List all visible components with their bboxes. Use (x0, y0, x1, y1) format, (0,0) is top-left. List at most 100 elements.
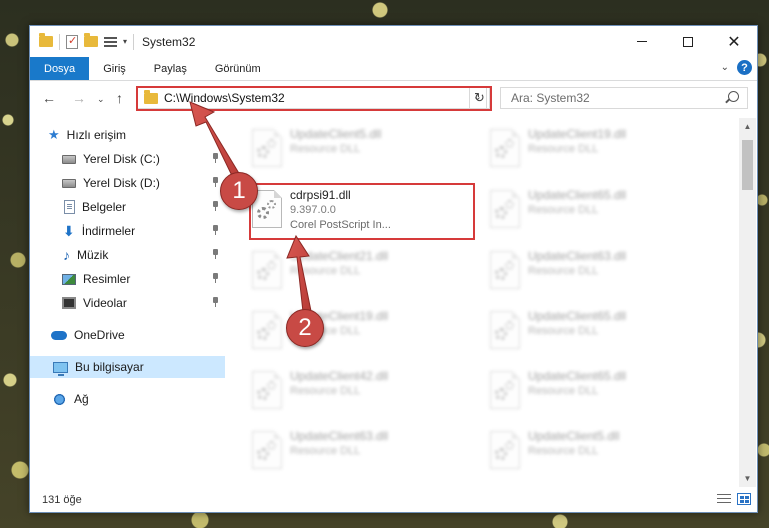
sidebar-item-label: Yerel Disk (D:) (83, 176, 160, 190)
file-type: Resource DLL (528, 385, 599, 397)
file-item-cdrpsi91[interactable]: cdrpsi91.dll 9.397.0.0 Corel PostScript … (230, 184, 450, 234)
pin-icon[interactable] (212, 201, 219, 211)
minimize-button[interactable] (619, 26, 665, 57)
sidebar-item-label: İndirmeler (81, 224, 136, 238)
file-item[interactable]: UpdateClient65.dll Resource DLL (468, 305, 688, 355)
sidebar-item-videos[interactable]: Videolar (30, 292, 225, 314)
folder-icon (144, 89, 158, 104)
maximize-icon (683, 36, 693, 47)
tab-view[interactable]: Görünüm (201, 57, 275, 80)
file-type: Resource DLL (290, 265, 361, 277)
file-name: UpdateClient21.dll (290, 249, 389, 263)
pin-icon[interactable] (212, 153, 219, 163)
cloud-icon (51, 330, 67, 340)
sidebar-item-documents[interactable]: Belgeler (30, 196, 225, 218)
maximize-button[interactable] (665, 26, 711, 57)
file-item[interactable]: UpdateClient21.dll Resource DLL (230, 245, 450, 295)
sidebar-item-onedrive[interactable]: OneDrive (30, 324, 225, 346)
file-list: UpdateClient5.dll Resource DLL cdrpsi91.… (230, 117, 740, 487)
scroll-down-arrow-icon[interactable]: ▼ (739, 470, 756, 487)
pin-icon[interactable] (212, 297, 219, 307)
sidebar-item-label: Yerel Disk (C:) (83, 152, 160, 166)
file-name: UpdateClient5.dll (290, 127, 382, 141)
file-type: Resource DLL (528, 204, 599, 216)
file-item[interactable]: UpdateClient42.dll Resource DLL (230, 365, 450, 415)
download-icon: ⬇ (63, 222, 75, 239)
sidebar-item-label: Hızlı erişim (66, 128, 126, 142)
sidebar-item-this-pc[interactable]: Bu bilgisayar (30, 356, 225, 378)
explorer-window: ▾ System32 ✕ Dosya Giriş Paylaş Görünüm … (29, 25, 758, 513)
dll-file-icon (252, 431, 282, 469)
sidebar-item-local-disk-d[interactable]: Yerel Disk (D:) (30, 172, 225, 194)
file-type: Resource DLL (528, 325, 599, 337)
scrollbar-thumb[interactable] (742, 140, 753, 190)
pin-icon[interactable] (212, 249, 219, 259)
back-arrow-icon[interactable]: ← (42, 90, 56, 106)
file-type: Resource DLL (290, 445, 361, 457)
file-name: UpdateClient5.dll (528, 429, 620, 443)
status-bar: 131 öğe (30, 488, 757, 512)
navigation-bar: ← → ⌄ ↑ C:\Windows\System32 ⌄ ↻ (30, 86, 757, 112)
ribbon-right-controls: ⌄ ? (721, 60, 752, 75)
file-item[interactable]: UpdateClient63.dll Resource DLL (230, 425, 450, 475)
file-item[interactable]: UpdateClient19.dll Resource DLL (230, 305, 450, 355)
toolbar-divider (133, 33, 135, 50)
sidebar-item-quick-access[interactable]: ★ Hızlı erişim (30, 124, 225, 146)
file-item[interactable]: UpdateClient19.dll Resource DLL (468, 123, 688, 173)
file-type: Resource DLL (290, 143, 361, 155)
file-name: UpdateClient63.dll (290, 429, 389, 443)
file-name: UpdateClient42.dll (290, 369, 389, 383)
file-item[interactable]: UpdateClient63.dll Resource DLL (468, 245, 688, 295)
details-view-icon[interactable] (717, 493, 731, 505)
view-list-icon[interactable] (104, 35, 117, 48)
sidebar-item-local-disk-c[interactable]: Yerel Disk (C:) (30, 148, 225, 170)
sidebar-item-pictures[interactable]: Resimler (30, 268, 225, 290)
scroll-up-arrow-icon[interactable]: ▲ (739, 118, 756, 135)
tab-share[interactable]: Paylaş (140, 57, 201, 80)
pin-icon[interactable] (212, 177, 219, 187)
tab-home[interactable]: Giriş (89, 57, 140, 80)
pin-icon[interactable] (212, 225, 219, 235)
file-description: Corel PostScript In... (290, 219, 391, 231)
large-icons-view-icon[interactable] (737, 493, 751, 505)
view-switcher (717, 493, 751, 505)
properties-icon[interactable] (66, 34, 78, 49)
file-version: 9.397.0.0 (290, 204, 336, 216)
sidebar-item-downloads[interactable]: ⬇ İndirmeler (30, 220, 225, 242)
help-icon[interactable]: ? (737, 60, 752, 75)
vertical-scrollbar[interactable]: ▲ ▼ (739, 118, 756, 487)
window-title: System32 (142, 34, 196, 49)
dll-file-icon (490, 311, 520, 349)
address-path[interactable]: C:\Windows\System32 (164, 91, 285, 105)
file-item[interactable]: UpdateClient65.dll Resource DLL (468, 365, 688, 415)
new-folder-icon[interactable] (84, 33, 98, 47)
file-type: Resource DLL (290, 385, 361, 397)
refresh-button[interactable]: ↻ (469, 87, 490, 109)
toolbar-divider (59, 33, 60, 50)
pin-icon[interactable] (212, 273, 219, 283)
sidebar-item-label: Belgeler (82, 200, 127, 214)
file-name: UpdateClient65.dll (528, 369, 627, 383)
tab-file[interactable]: Dosya (30, 57, 90, 80)
sidebar-item-music[interactable]: ♪ Müzik (30, 244, 225, 266)
search-input[interactable] (511, 91, 711, 105)
customize-toolbar-arrow-icon[interactable]: ▾ (123, 37, 127, 46)
file-item[interactable]: UpdateClient65.dll Resource DLL (468, 184, 688, 234)
recent-locations-chevron-icon[interactable]: ⌄ (97, 94, 105, 105)
search-box[interactable] (500, 87, 748, 109)
up-arrow-icon[interactable]: ↑ (116, 90, 123, 106)
close-button[interactable]: ✕ (711, 26, 757, 57)
music-icon: ♪ (63, 247, 70, 263)
file-item[interactable]: UpdateClient5.dll Resource DLL (468, 425, 688, 475)
search-icon[interactable] (728, 91, 739, 102)
star-icon: ★ (48, 127, 60, 142)
file-item[interactable]: UpdateClient5.dll Resource DLL (230, 123, 450, 173)
expand-ribbon-chevron-icon[interactable]: ⌄ (721, 62, 729, 73)
file-type: Resource DLL (528, 445, 599, 457)
dll-file-icon (252, 311, 282, 349)
sidebar-item-label: Ağ (74, 392, 89, 406)
address-bar[interactable]: C:\Windows\System32 ⌄ (137, 87, 487, 109)
sidebar-item-network[interactable]: Ağ (30, 388, 225, 410)
videos-icon (62, 297, 76, 309)
forward-arrow-icon[interactable]: → (72, 90, 86, 106)
